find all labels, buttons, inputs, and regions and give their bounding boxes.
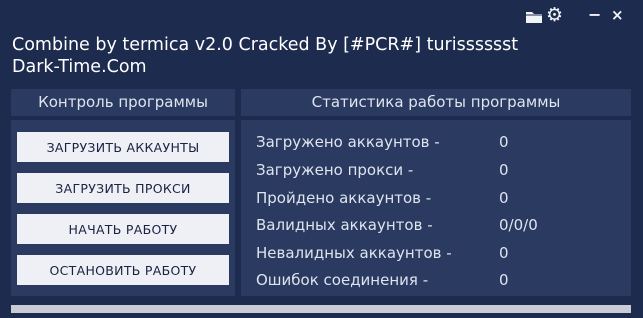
stat-value: 0 — [499, 271, 509, 289]
stat-value: 0 — [499, 189, 509, 207]
stat-value: 0 — [499, 244, 509, 262]
folder-icon[interactable] — [525, 9, 543, 28]
stats-panel: Загружено аккаунтов - 0 Загружено прокси… — [241, 120, 631, 296]
control-panel-header: Контроль программы — [11, 89, 235, 116]
stat-label: Невалидных аккаунтов - — [256, 244, 452, 262]
app-window: ⚙ − × Combine by termica v2.0 Cracked By… — [0, 0, 643, 318]
load-accounts-button[interactable]: ЗАГРУЗИТЬ АККАУНТЫ — [17, 132, 229, 162]
stat-row-loaded-proxy: Загружено прокси - 0 — [256, 159, 626, 181]
stat-value: 0 — [499, 161, 509, 179]
stat-row-checked-accounts: Пройдено аккаунтов - 0 — [256, 187, 626, 209]
stat-row-invalid-accounts: Невалидных аккаунтов - 0 — [256, 242, 626, 264]
close-icon[interactable]: × — [611, 6, 624, 24]
minimize-icon[interactable]: − — [588, 6, 601, 24]
stat-label: Валидных аккаунтов - — [256, 216, 433, 234]
stat-label: Загружено прокси - — [256, 161, 414, 179]
stat-label: Пройдено аккаунтов - — [256, 189, 432, 207]
stat-label: Ошибок соединения - — [256, 271, 429, 289]
stat-row-connection-errors: Ошибок соединения - 0 — [256, 269, 626, 291]
stat-label: Загружено аккаунтов - — [256, 133, 440, 151]
load-proxy-button[interactable]: ЗАГРУЗИТЬ ПРОКСИ — [17, 173, 229, 203]
stop-work-button[interactable]: ОСТАНОВИТЬ РАБОТУ — [17, 255, 229, 285]
window-title: Combine by termica v2.0 Cracked By [#PCR… — [12, 35, 519, 55]
stat-value: 0/0/0 — [499, 216, 538, 234]
progress-bar — [11, 305, 631, 313]
stat-row-loaded-accounts: Загружено аккаунтов - 0 — [256, 131, 626, 153]
start-work-button[interactable]: НАЧАТЬ РАБОТУ — [17, 214, 229, 244]
control-panel: ЗАГРУЗИТЬ АККАУНТЫ ЗАГРУЗИТЬ ПРОКСИ НАЧА… — [11, 120, 235, 296]
stat-value: 0 — [499, 133, 509, 151]
stats-panel-header: Статистика работы программы — [241, 89, 631, 116]
window-subtitle: Dark-Time.Com — [12, 57, 147, 77]
stat-row-valid-accounts: Валидных аккаунтов - 0/0/0 — [256, 214, 626, 236]
gear-icon[interactable]: ⚙ — [546, 6, 563, 25]
